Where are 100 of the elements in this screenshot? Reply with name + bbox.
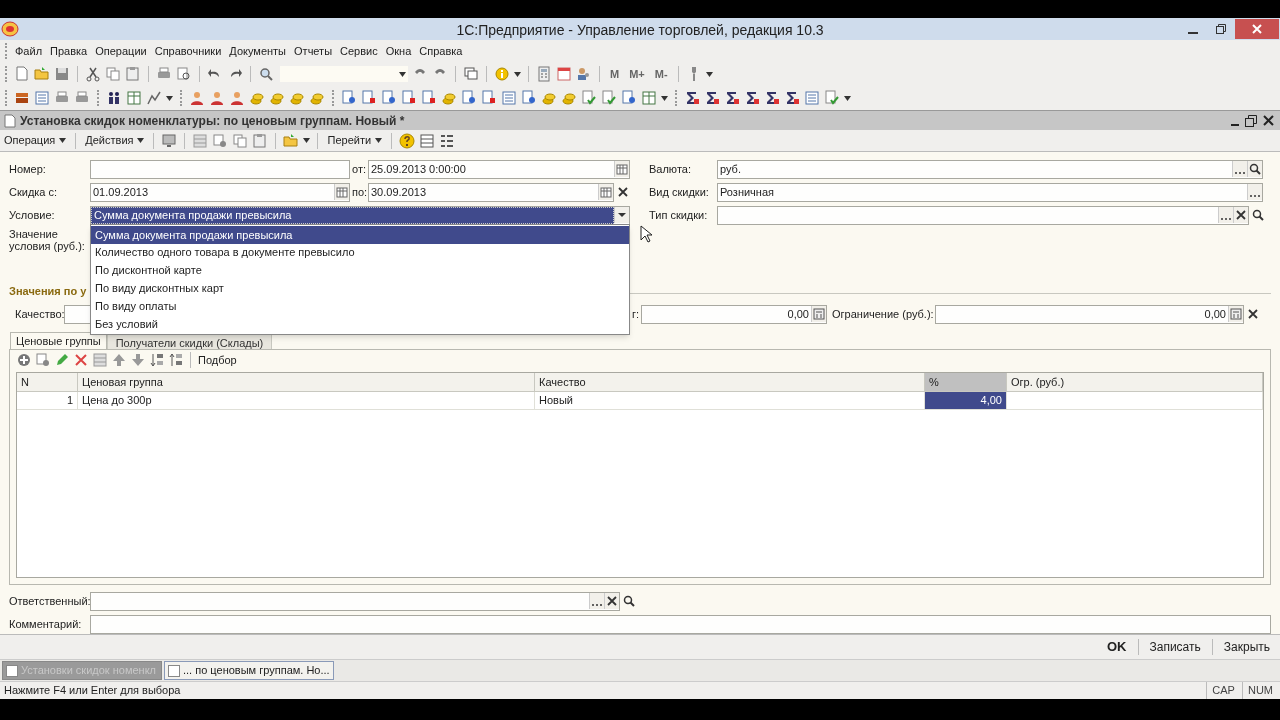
document-person-icon[interactable] [341, 90, 357, 106]
folder-icon[interactable] [283, 132, 300, 149]
column-header[interactable]: Качество [535, 373, 925, 392]
input-field[interactable]: руб. [717, 159, 1263, 179]
memory-button[interactable]: M+ [626, 65, 648, 83]
sort-ascending-icon[interactable] [149, 352, 164, 368]
sigma-icon[interactable] [764, 90, 780, 106]
document-flag-icon[interactable] [421, 90, 437, 106]
sigma-icon[interactable] [684, 90, 700, 106]
structure-icon[interactable] [439, 132, 456, 149]
document-flag-icon[interactable] [401, 90, 417, 106]
input-field[interactable]: 0,00 [641, 304, 827, 324]
menu-item[interactable]: Справка [416, 42, 466, 60]
calendar-button[interactable] [334, 184, 349, 200]
input-field[interactable]: 0,00 [935, 304, 1244, 324]
dropdown-option[interactable]: Без условий [91, 315, 629, 333]
coins-icon[interactable] [441, 90, 457, 106]
delete-icon[interactable] [73, 352, 88, 368]
input-field[interactable] [717, 205, 1249, 225]
person-icon[interactable] [189, 90, 205, 106]
monitor-icon[interactable] [161, 132, 178, 149]
dropdown-option[interactable]: По виду дисконтных карт [91, 279, 629, 298]
menu-item[interactable]: Файл [12, 42, 46, 60]
sigma-icon[interactable] [724, 90, 740, 106]
dropdown-option[interactable]: Количество одного товара в документе превысило [91, 243, 629, 262]
clear-button[interactable] [1233, 207, 1248, 223]
document-person-icon[interactable] [521, 90, 537, 106]
table-icon[interactable] [641, 90, 657, 106]
menu-item[interactable]: Сервис [337, 42, 381, 60]
pick-button[interactable]: Подбор [198, 351, 237, 369]
sigma-icon[interactable] [744, 90, 760, 106]
dropdown-option[interactable]: Сумма документа продажи превысила [91, 226, 629, 244]
person-icon[interactable] [209, 90, 225, 106]
search-field[interactable] [280, 66, 408, 82]
people-icon[interactable] [106, 90, 122, 106]
menu-button[interactable]: Операция [2, 132, 69, 149]
coins-icon[interactable] [289, 90, 305, 106]
sort-descending-icon[interactable] [168, 352, 183, 368]
arrow-up-icon[interactable] [111, 352, 126, 368]
sigma-icon[interactable] [704, 90, 720, 106]
sigma-icon[interactable] [784, 90, 800, 106]
open-button[interactable] [1247, 161, 1262, 177]
menu-item[interactable]: Отчеты [291, 42, 336, 60]
calendar-button[interactable] [614, 161, 629, 177]
dialog-button[interactable]: Закрыть [1219, 638, 1274, 656]
document-check-icon[interactable] [601, 90, 617, 106]
input-field[interactable] [90, 614, 1271, 634]
dropdown-option[interactable]: По виду оплаты [91, 297, 629, 315]
menu-item[interactable]: Справочники [151, 42, 225, 60]
info-icon[interactable] [494, 66, 510, 82]
coins-icon[interactable] [249, 90, 265, 106]
arrow-down-icon[interactable] [130, 352, 145, 368]
menu-item[interactable]: Правка [47, 42, 91, 60]
add-icon[interactable] [16, 352, 31, 368]
tab[interactable]: Ценовые группы [10, 332, 107, 349]
document-flag-icon[interactable] [481, 90, 497, 106]
copy-row-icon[interactable] [35, 352, 50, 368]
document-person-icon[interactable] [381, 90, 397, 106]
dialog-button[interactable]: OK [1103, 637, 1131, 657]
list-icon[interactable] [34, 90, 50, 106]
memory-button[interactable]: M [607, 65, 623, 83]
grid-icon[interactable] [92, 352, 107, 368]
close-button[interactable] [1263, 115, 1274, 126]
coins-icon[interactable] [309, 90, 325, 106]
input-field[interactable]: 30.09.2013 [368, 182, 614, 202]
rows-icon[interactable] [419, 132, 436, 149]
dropdown-field[interactable]: Сумма документа продажи превысила [90, 205, 630, 225]
document-check-icon[interactable] [824, 90, 840, 106]
pencil-icon[interactable] [54, 352, 69, 368]
copy-icon[interactable] [232, 132, 249, 149]
save-icon[interactable] [54, 66, 70, 82]
search-icon[interactable] [258, 66, 274, 82]
menu-item[interactable]: Окна [382, 42, 415, 60]
clear-button[interactable] [604, 593, 619, 609]
menu-button[interactable]: Перейти [325, 132, 385, 149]
folder-icon[interactable] [34, 66, 50, 82]
input-field[interactable] [90, 159, 350, 179]
select-button[interactable] [1218, 207, 1233, 223]
document-flag-icon[interactable] [361, 90, 377, 106]
input-field[interactable]: Розничная [717, 182, 1263, 202]
select-button[interactable] [1232, 161, 1247, 177]
person-icon[interactable] [229, 90, 245, 106]
document-person-icon[interactable] [621, 90, 637, 106]
calculator-icon[interactable] [536, 66, 552, 82]
input-field[interactable]: 25.09.2013 0:00:00 [368, 159, 630, 179]
input-field[interactable]: 01.09.2013 [90, 182, 350, 202]
chart-icon[interactable] [146, 90, 162, 106]
windows-icon[interactable] [463, 66, 479, 82]
books-icon[interactable] [14, 90, 30, 106]
column-header[interactable]: Ценовая группа [78, 373, 535, 392]
input-field[interactable] [90, 591, 620, 611]
scissors-icon[interactable] [85, 66, 101, 82]
clipboard-icon[interactable] [252, 132, 269, 149]
coins-icon[interactable] [541, 90, 557, 106]
preview-icon[interactable] [176, 66, 192, 82]
help-icon[interactable] [399, 132, 416, 149]
document-check-icon[interactable] [581, 90, 597, 106]
restore-button[interactable] [1245, 114, 1257, 127]
grid-icon[interactable] [192, 132, 209, 149]
taskbar-button[interactable]: ... по ценовым группам. Но... [164, 661, 334, 680]
